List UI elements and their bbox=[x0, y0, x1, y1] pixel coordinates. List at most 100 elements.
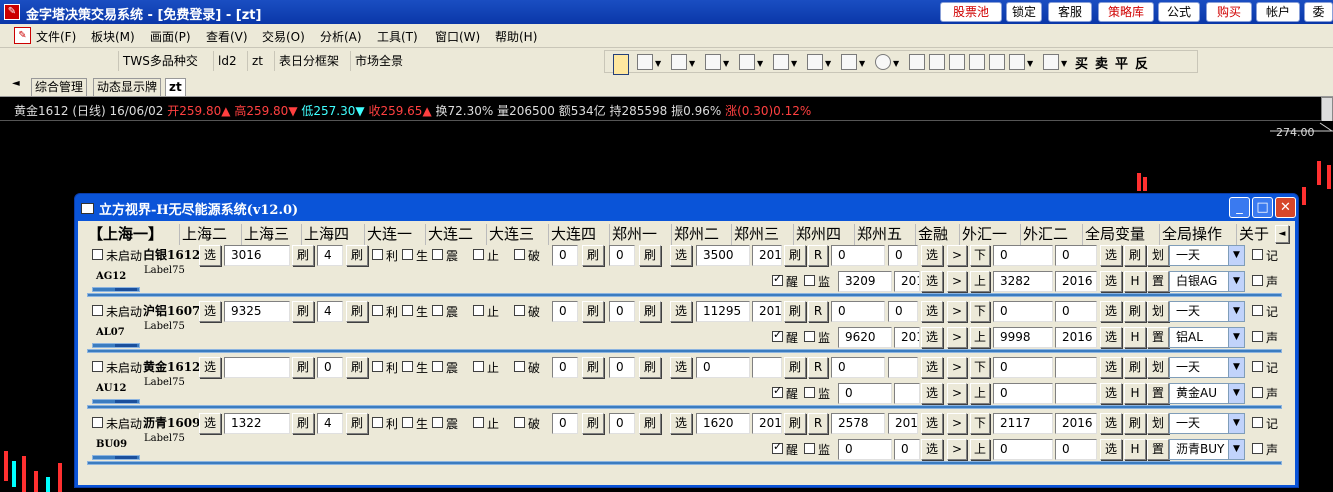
param-input-8[interactable] bbox=[888, 357, 918, 378]
customer-service-button[interactable]: 客服 bbox=[1048, 2, 1092, 22]
tab-dynamic-board[interactable]: 动态显示牌 bbox=[93, 78, 162, 96]
select-button[interactable]: 选 bbox=[921, 413, 943, 434]
chevron-down-icon[interactable]: ▼ bbox=[689, 59, 695, 68]
param-input-9[interactable]: 0 bbox=[993, 245, 1053, 266]
symbol-select[interactable]: 白银AG ▼ bbox=[1169, 271, 1245, 292]
toolbar-daily-frame[interactable]: 表日分框架 bbox=[274, 51, 343, 71]
tab-shanghai-3[interactable]: 上海三 bbox=[241, 224, 289, 245]
select-button[interactable]: 选 bbox=[1100, 327, 1122, 348]
param-input-1[interactable]: 3016 bbox=[224, 245, 290, 266]
up-button[interactable]: 上 bbox=[970, 271, 990, 292]
shake-checkbox[interactable] bbox=[432, 361, 443, 372]
select-button[interactable]: 选 bbox=[1100, 413, 1122, 434]
watch-checkbox[interactable] bbox=[804, 275, 815, 286]
refresh-button[interactable]: 刷 bbox=[346, 413, 368, 434]
select-button[interactable]: 选 bbox=[921, 357, 943, 378]
tab-zhengzhou-4[interactable]: 郑州四 bbox=[793, 224, 841, 245]
next-button[interactable]: > bbox=[947, 245, 967, 266]
down-button[interactable]: 下 bbox=[970, 413, 990, 434]
set-button[interactable]: 置 bbox=[1147, 271, 1169, 292]
select-button[interactable]: 选 bbox=[199, 301, 221, 322]
set-button[interactable]: 置 bbox=[1147, 439, 1169, 460]
refresh-button[interactable]: 刷 bbox=[346, 301, 368, 322]
h-button[interactable]: H bbox=[1124, 439, 1146, 460]
h-button[interactable]: H bbox=[1124, 383, 1146, 404]
param-input-3[interactable]: 0 bbox=[552, 301, 578, 322]
fib-tool-icon[interactable] bbox=[773, 54, 789, 70]
param-input-12[interactable] bbox=[894, 383, 920, 404]
refresh-button[interactable]: 刷 bbox=[639, 413, 661, 434]
symbol-select[interactable]: 黄金AU ▼ bbox=[1169, 383, 1245, 404]
param-input-4[interactable]: 0 bbox=[609, 301, 635, 322]
reverse-button[interactable]: 反 bbox=[1135, 53, 1148, 72]
gen-checkbox[interactable] bbox=[402, 417, 413, 428]
select-button[interactable]: 选 bbox=[670, 413, 692, 434]
sound-checkbox[interactable] bbox=[1252, 331, 1263, 342]
tab-shanghai-4[interactable]: 上海四 bbox=[301, 224, 349, 245]
select-button[interactable]: 选 bbox=[1100, 301, 1122, 322]
menu-tools[interactable]: 工具(T) bbox=[377, 28, 418, 45]
record-checkbox[interactable] bbox=[1252, 417, 1263, 428]
tab-global-ops[interactable]: 全局操作 bbox=[1159, 224, 1222, 245]
menu-screen[interactable]: 画面(P) bbox=[150, 28, 191, 45]
account-button[interactable]: 帐户 bbox=[1256, 2, 1300, 22]
param-input-13[interactable]: 0 bbox=[993, 439, 1053, 460]
next-button[interactable]: > bbox=[947, 271, 967, 292]
select-button[interactable]: 选 bbox=[199, 357, 221, 378]
param-input-14[interactable]: 2016 bbox=[1055, 327, 1097, 348]
gen-checkbox[interactable] bbox=[402, 305, 413, 316]
rectangle-tool-icon[interactable] bbox=[841, 54, 857, 70]
layer-icon[interactable] bbox=[989, 54, 1005, 70]
refresh-button[interactable]: 刷 bbox=[292, 245, 314, 266]
settings-tool-icon[interactable] bbox=[1043, 54, 1059, 70]
select-button[interactable]: 选 bbox=[199, 413, 221, 434]
h-button[interactable]: H bbox=[1124, 327, 1146, 348]
start-checkbox[interactable] bbox=[92, 417, 103, 428]
param-input-7[interactable]: 2578 bbox=[831, 413, 885, 434]
tab-comprehensive[interactable]: 综合管理 bbox=[31, 78, 88, 96]
tab-zt[interactable]: zt bbox=[165, 78, 186, 96]
tab-global-vars[interactable]: 全局变量 bbox=[1082, 224, 1145, 245]
param-input-6[interactable] bbox=[752, 357, 782, 378]
r-button[interactable]: R bbox=[808, 245, 828, 266]
formula-button[interactable]: 公式 bbox=[1158, 2, 1200, 22]
stop-checkbox[interactable] bbox=[473, 305, 484, 316]
refresh-button[interactable]: 刷 bbox=[582, 301, 604, 322]
menu-trade[interactable]: 交易(O) bbox=[262, 28, 305, 45]
tab-dalian-2[interactable]: 大连二 bbox=[425, 224, 473, 245]
tab-forex-2[interactable]: 外汇二 bbox=[1020, 224, 1068, 245]
param-input-1[interactable]: 9325 bbox=[224, 301, 290, 322]
param-input-9[interactable]: 0 bbox=[993, 301, 1053, 322]
refresh-button[interactable]: 刷 bbox=[1124, 301, 1146, 322]
maximize-icon[interactable]: □ bbox=[1252, 197, 1273, 218]
wake-checkbox[interactable] bbox=[772, 328, 783, 342]
refresh-button[interactable]: 刷 bbox=[1124, 413, 1146, 434]
bars-tool-icon[interactable] bbox=[705, 54, 721, 70]
shake-checkbox[interactable] bbox=[432, 249, 443, 260]
gen-checkbox[interactable] bbox=[402, 361, 413, 372]
start-checkbox[interactable] bbox=[92, 249, 103, 260]
close-position-button[interactable]: 平 bbox=[1115, 53, 1128, 72]
break-checkbox[interactable] bbox=[514, 417, 525, 428]
next-button[interactable]: > bbox=[947, 327, 967, 348]
down-button[interactable]: 下 bbox=[970, 301, 990, 322]
tab-finance[interactable]: 金融 bbox=[915, 224, 948, 245]
param-input-6[interactable]: 201 bbox=[752, 245, 782, 266]
tab-shanghai-2[interactable]: 上海二 bbox=[179, 224, 227, 245]
period-select[interactable]: 一天 ▼ bbox=[1169, 357, 1245, 378]
font-tool-icon[interactable] bbox=[909, 54, 925, 70]
param-input-11[interactable]: 0 bbox=[838, 439, 892, 460]
next-button[interactable]: > bbox=[947, 413, 967, 434]
param-input-2[interactable]: 4 bbox=[317, 245, 343, 266]
set-button[interactable]: 置 bbox=[1147, 327, 1169, 348]
param-input-5[interactable]: 3500 bbox=[696, 245, 750, 266]
param-input-7[interactable]: 0 bbox=[831, 301, 885, 322]
stop-checkbox[interactable] bbox=[473, 361, 484, 372]
refresh-button[interactable]: 刷 bbox=[346, 357, 368, 378]
chevron-down-icon[interactable]: ▼ bbox=[893, 59, 899, 68]
start-checkbox[interactable] bbox=[92, 361, 103, 372]
param-input-11[interactable]: 3209 bbox=[838, 271, 892, 292]
next-button[interactable]: > bbox=[947, 439, 967, 460]
record-checkbox[interactable] bbox=[1252, 249, 1263, 260]
refresh-button[interactable]: 刷 bbox=[1124, 245, 1146, 266]
